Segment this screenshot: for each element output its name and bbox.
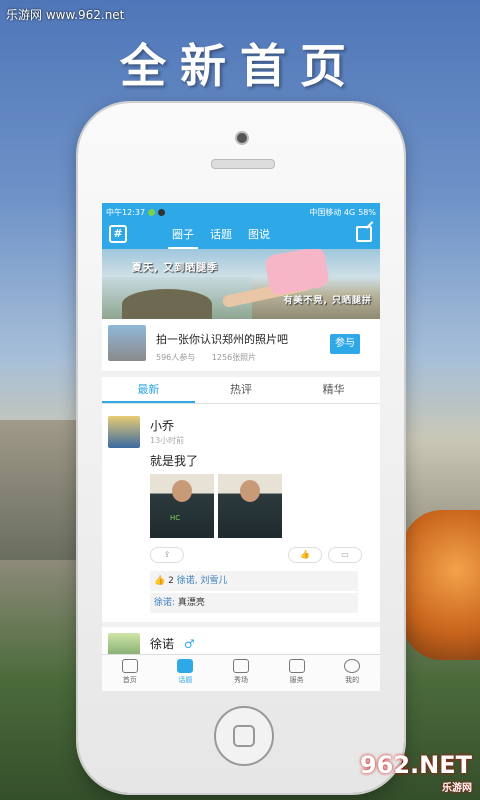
promo-headline: 全新首页 (120, 39, 360, 93)
topic-participants: 596人参与 (156, 353, 196, 362)
subtab-featured[interactable]: 精华 (287, 377, 380, 403)
bottom-tab-label: 秀场 (233, 676, 248, 684)
photo-shirt-logo: HC (170, 514, 181, 522)
bottom-tab-home[interactable]: 首页 (102, 655, 158, 691)
bottom-tab-me[interactable]: 我的 (324, 655, 380, 691)
grid-icon (288, 659, 305, 673)
tab-circle[interactable]: 圈子 (168, 221, 198, 249)
penguin-icon (158, 208, 166, 216)
post-photo[interactable]: HC (150, 474, 214, 538)
video-icon (232, 659, 249, 673)
phone-frame: 中午12:37 中国移动 4G 58% # 圈子 话题 图说 夏天, 又到晒腿季… (78, 103, 404, 793)
comment-author[interactable]: 徐诺: (154, 598, 175, 608)
tab-topics[interactable]: 话题 (210, 221, 232, 249)
photo-face (240, 480, 260, 502)
avatar[interactable] (108, 416, 140, 448)
brand-watermark: 962.NET 乐游网 (360, 751, 472, 794)
topic-thumbnail (108, 325, 146, 361)
camera-icon (235, 131, 249, 145)
bottom-tab-label: 服务 (289, 676, 304, 684)
notification-icon (148, 208, 156, 216)
bottom-tab-bar: 首页 话题 秀场 服务 我的 (102, 654, 380, 691)
person-icon (344, 659, 361, 673)
topic-card[interactable]: 拍一张你认识郑州的照片吧 596人参与 1256张照片 参与 (102, 319, 380, 372)
likes-row: 👍 2 徐诺, 刘雪儿 (150, 571, 358, 591)
likes-count: 2 (168, 576, 174, 586)
post-photo[interactable] (218, 474, 282, 538)
post-text: 就是我了 (150, 454, 199, 468)
share-icon[interactable]: ⇪ (150, 547, 184, 563)
status-bar: 中午12:37 中国移动 4G 58% (102, 203, 380, 221)
post-author[interactable]: 小乔 (150, 417, 174, 434)
brand-sub-text: 乐游网 (442, 783, 472, 794)
banner-person (263, 249, 331, 296)
topic-photo-count: 1256张照片 (211, 353, 257, 362)
speaker-grille (211, 159, 275, 169)
bottom-tab-label: 首页 (122, 676, 137, 684)
male-icon: ♂ (183, 637, 195, 651)
home-button[interactable] (214, 706, 274, 766)
feed-subtabs: 最新 热评 精华 (102, 377, 380, 404)
join-button[interactable]: 参与 (330, 334, 360, 354)
bottom-tab-label: 话题 (178, 676, 193, 684)
topic-title: 拍一张你认识郑州的照片吧 (156, 333, 288, 346)
brand-logo-text: 962.NET (359, 751, 472, 779)
app-screen: 中午12:37 中国移动 4G 58% # 圈子 话题 图说 夏天, 又到晒腿季… (102, 203, 380, 691)
comment-icon[interactable]: ▭ (328, 547, 362, 563)
comment-row: 徐诺: 真漂亮 (150, 593, 358, 613)
subtab-hot[interactable]: 热评 (195, 377, 288, 403)
bottom-tab-services[interactable]: 服务 (269, 655, 325, 691)
stadium-background (402, 510, 480, 660)
post-time: 13小时前 (150, 436, 185, 445)
status-time: 中午12:37 (106, 207, 146, 217)
bottom-tab-topics[interactable]: 话题 (158, 655, 214, 691)
home-button-square (233, 725, 255, 747)
post-author-row: 徐诺 ♂ (150, 635, 195, 652)
banner-caption-top: 夏天, 又到晒腿季 (132, 263, 219, 274)
home-icon (121, 659, 138, 673)
top-navbar: # 圈子 话题 图说 (102, 221, 380, 249)
likes-names[interactable]: 徐诺, 刘雪儿 (177, 576, 228, 586)
bottom-tab-label: 我的 (345, 676, 360, 684)
topic-stats: 596人参与 1256张照片 (156, 352, 270, 363)
chat-icon (177, 659, 194, 673)
post-author[interactable]: 徐诺 (150, 637, 174, 651)
nav-tabs: 圈子 话题 图说 (168, 221, 270, 249)
photo-face (172, 480, 192, 502)
promo-banner[interactable]: 夏天, 又到晒腿季 有美不晃, 只晒腿拼 (102, 249, 380, 319)
battery-level: 58% (358, 207, 376, 217)
comment-text: 真漂亮 (177, 598, 205, 608)
tab-photos[interactable]: 图说 (248, 221, 270, 249)
subtab-latest[interactable]: 最新 (102, 377, 195, 403)
like-icon[interactable]: 👍 (288, 547, 322, 563)
status-carrier: 中国移动 4G (309, 207, 356, 217)
hashtag-icon[interactable]: # (109, 225, 127, 243)
site-watermark: 乐游网 www.962.net (6, 8, 125, 22)
feed-post: 小乔 13小时前 就是我了 HC ⇪ 👍 ▭ 👍 2 徐诺, 刘雪儿 徐诺: 真… (102, 404, 380, 627)
banner-caption-bottom: 有美不晃, 只晒腿拼 (283, 296, 372, 306)
thumb-icon: 👍 (154, 576, 166, 586)
banner-rock (122, 289, 212, 319)
compose-icon[interactable] (356, 226, 372, 242)
bottom-tab-show[interactable]: 秀场 (213, 655, 269, 691)
